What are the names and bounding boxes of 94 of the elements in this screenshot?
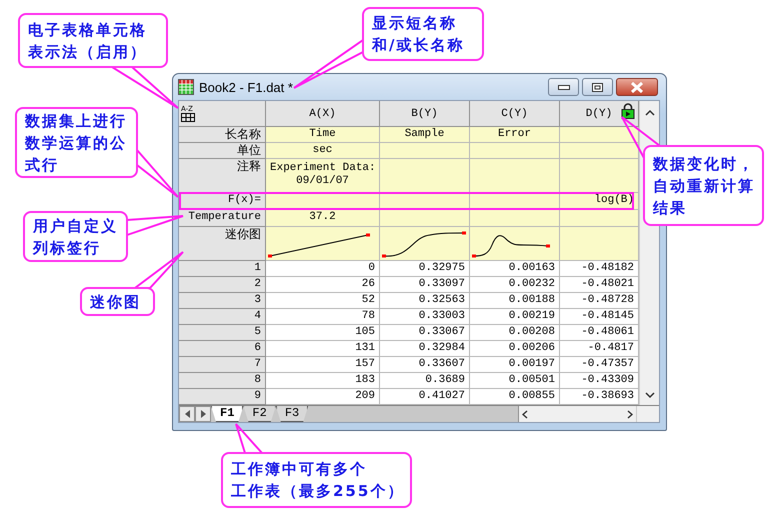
workbook-icon [178, 79, 194, 95]
leader-line [136, 147, 179, 198]
row-label: 单位 [179, 143, 266, 159]
lock-icon[interactable] [621, 103, 635, 119]
row-number[interactable]: 6 [179, 341, 266, 357]
table-cell: 0.33097 [380, 277, 470, 293]
table-cell: 0.00163 [470, 261, 560, 277]
close-button[interactable] [616, 78, 658, 96]
row-number[interactable]: 9 [179, 389, 266, 405]
scroll-right-icon[interactable] [627, 410, 633, 418]
column-header[interactable]: C(Y) [470, 101, 560, 127]
column-header[interactable]: A(X) [266, 101, 380, 127]
sheet-tab[interactable]: F3 [276, 406, 308, 422]
table-cell: 0.41027 [380, 389, 470, 405]
table-cell: 0 [266, 261, 380, 277]
label-cell: sec [266, 143, 380, 159]
maximize-button[interactable] [582, 78, 613, 96]
close-icon[interactable] [630, 82, 644, 92]
previous-sheet-button[interactable] [179, 406, 195, 422]
callout-text: 电子表格单元格表示法（启用） [28, 20, 147, 62]
table-cell: 0.00501 [470, 373, 560, 389]
table-cell: 0.33607 [380, 357, 470, 373]
scroll-down-icon[interactable] [644, 391, 654, 399]
table-cell: 0.32984 [380, 341, 470, 357]
table-cell: -0.48182 [560, 261, 639, 277]
minimize-icon[interactable] [558, 84, 570, 90]
grid-icon [181, 112, 195, 122]
minimize-button[interactable] [548, 78, 579, 96]
resize-grip[interactable] [636, 406, 659, 422]
table-cell: 52 [266, 293, 380, 309]
table-cell: 0.00197 [470, 357, 560, 373]
label-cell: Experiment Data: 09/01/07 [266, 159, 380, 193]
column-header[interactable]: D(Y) [560, 101, 639, 127]
leader-line [293, 38, 364, 89]
table-cell: 0.00855 [470, 389, 560, 405]
table-cell: 0.33003 [380, 309, 470, 325]
callout-text: 数据集上进行数学运算的公式行 [25, 110, 127, 176]
table-cell: 209 [266, 389, 380, 405]
row-label: Temperature [179, 210, 266, 227]
row-label: 注释 [179, 159, 266, 193]
table-cell: 0.00188 [470, 293, 560, 309]
table-cell: -0.38693 [560, 389, 639, 405]
label-cell: Error [470, 127, 560, 143]
row-number[interactable]: 5 [179, 325, 266, 341]
right-arrow-icon[interactable] [200, 410, 206, 418]
table-cell: -0.48061 [560, 325, 639, 341]
left-arrow-icon[interactable] [184, 410, 190, 418]
table-cell: 0.00232 [470, 277, 560, 293]
sheet-tab[interactable]: F2 [243, 406, 276, 422]
table-cell: 131 [266, 341, 380, 357]
sheet-tab[interactable]: F1 [211, 406, 244, 422]
table-cell: 0.32975 [380, 261, 470, 277]
table-cell: -0.48021 [560, 277, 639, 293]
row-label: 迷你图 [179, 227, 266, 261]
scroll-up-icon[interactable] [644, 109, 654, 117]
scroll-left-icon[interactable] [522, 410, 528, 418]
callout-text: 用户自定义列标签行 [33, 216, 118, 258]
row-number[interactable]: 8 [179, 373, 266, 389]
row-number[interactable]: 2 [179, 277, 266, 293]
table-cell: 0.00208 [470, 325, 560, 341]
table-cell: -0.48145 [560, 309, 639, 325]
table-cell: -0.43309 [560, 373, 639, 389]
table-cell: 0.00206 [470, 341, 560, 357]
table-cell: 26 [266, 277, 380, 293]
leader-line [126, 215, 184, 236]
table-cell: 0.00219 [470, 309, 560, 325]
next-sheet-button[interactable] [195, 406, 211, 422]
table-cell: 0.3689 [380, 373, 470, 389]
table-cell: 0.33067 [380, 325, 470, 341]
label-cell: Time [266, 127, 380, 143]
column-header[interactable]: B(Y) [380, 101, 470, 127]
table-cell: 105 [266, 325, 380, 341]
row-label: 长名称 [179, 127, 266, 143]
maximize-icon[interactable] [592, 82, 603, 92]
callout-text: 工作簿中可有多个工作表（最多255个） [231, 459, 404, 502]
horizontal-scrollbar[interactable] [518, 406, 636, 422]
row-number[interactable]: 3 [179, 293, 266, 309]
table-cell: -0.4817 [560, 341, 639, 357]
window-title: Book2 - F1.dat * [199, 80, 293, 94]
table-cell: -0.47357 [560, 357, 639, 373]
callout-text: 数据变化时，自动重新计算结果 [653, 154, 755, 218]
callout-text: 迷你图 [90, 292, 141, 312]
table-cell: 183 [266, 373, 380, 389]
leader-line [132, 251, 184, 289]
table-cell: 0.32563 [380, 293, 470, 309]
row-number[interactable]: 4 [179, 309, 266, 325]
table-cell: -0.48728 [560, 293, 639, 309]
row-number[interactable]: 7 [179, 357, 266, 373]
label-cell: 37.2 [266, 210, 380, 227]
label-cell: Sample [380, 127, 470, 143]
table-cell: 78 [266, 309, 380, 325]
row-number[interactable]: 1 [179, 261, 266, 277]
table-cell: 157 [266, 357, 380, 373]
callout-text: 显示短名称和/或长名称 [372, 13, 464, 56]
